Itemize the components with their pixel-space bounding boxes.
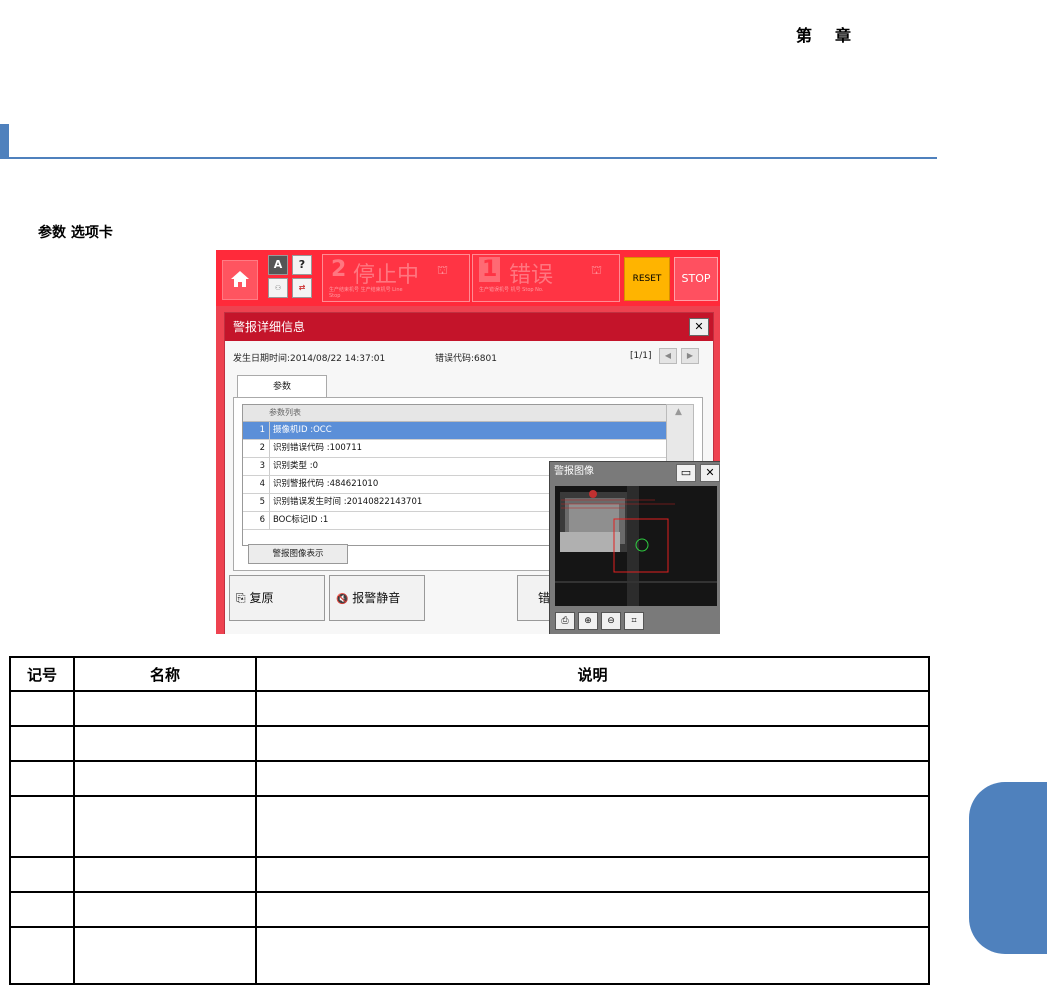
table-row (9, 760, 930, 797)
zoom-in-icon[interactable]: ⊕ (578, 612, 598, 630)
status-error-sub: 生产错误机号 机号 Stop No. (479, 287, 544, 293)
zoom-out-icon[interactable]: ⊖ (601, 612, 621, 630)
dialog-title-bar: 警报详细信息 (225, 313, 713, 341)
column-header-name: 名称 (73, 656, 257, 692)
row-text: 识别警报代码 :484621010 (273, 479, 379, 489)
mute-icon: 🔇 (336, 594, 349, 605)
row-number: 5 (243, 494, 270, 511)
parameter-list-header: 参数列表 (243, 405, 671, 422)
occurred-datetime: 发生日期时间:2014/08/22 14:37:01 (233, 354, 386, 364)
table-row (9, 926, 930, 985)
transfer-icon[interactable]: ⇄ (292, 278, 312, 298)
chapter-side-tab (969, 782, 1047, 954)
image-window-title: 警报图像 (554, 466, 594, 477)
camera-image (555, 486, 717, 606)
row-number: 6 (243, 512, 270, 529)
status-error-panel: 1 错误 ⛫ 生产错误机号 机号 Stop No. (472, 254, 620, 302)
tab-parameters[interactable]: 参数 (237, 375, 327, 398)
reset-button[interactable]: RESET (624, 257, 670, 301)
maximize-icon[interactable]: ▭ (676, 464, 696, 482)
camera-image-graphic (555, 486, 717, 606)
status-stopped-panel: 2 停止中 ⛫ 生产结束机号 生产结束机号 Line Stop (322, 254, 470, 302)
alarm-image-window: 警报图像 ▭ ✕ ⎙ ⊕ ⊖ ⌗ (549, 461, 720, 634)
image-save-icon[interactable]: ⎙ (555, 612, 575, 630)
row-text: 识别错误代码 :100711 (273, 443, 363, 453)
section-rule (9, 157, 937, 159)
status-stopped-text: 停止中 (353, 263, 420, 288)
row-text: 摄像机ID :OCC (273, 425, 332, 435)
machine-icon: ⛫ (591, 263, 603, 277)
prev-page-button[interactable]: ◀ (659, 348, 677, 364)
table-header-row: 记号 名称 说明 (9, 656, 930, 692)
stop-button[interactable]: STOP (674, 257, 718, 301)
column-header-description: 说明 (255, 656, 930, 692)
table-row (9, 891, 930, 928)
home-button[interactable] (222, 260, 258, 300)
table-row (9, 856, 930, 893)
table-row (9, 725, 930, 762)
restore-button[interactable]: ⎘ 复原 (229, 575, 325, 621)
help-button[interactable]: ? (292, 255, 312, 275)
list-item[interactable]: 1 摄像机ID :OCC (243, 422, 671, 440)
dialog-close-button[interactable]: ✕ (689, 318, 709, 336)
page-indicator: [1/1] (630, 351, 652, 361)
parameter-list-title: 参数列表 (269, 408, 301, 417)
mute-alarm-button[interactable]: 🔇 报警静音 (329, 575, 425, 621)
restore-icon: ⎘ (236, 591, 246, 605)
subheading: 参数 选项卡 (38, 225, 113, 241)
status-error-text: 错误 (509, 263, 554, 288)
table-row (9, 690, 930, 727)
image-close-button[interactable]: ✕ (700, 464, 720, 482)
row-number: 3 (243, 458, 270, 475)
top-status-bar: A ? ⚇ ⇄ 2 停止中 ⛫ 生产结束机号 生产结束机号 Line Stop … (216, 250, 720, 306)
status-stopped-number: 2 (331, 257, 347, 282)
next-page-button[interactable]: ▶ (681, 348, 699, 364)
chapter-label-suffix: 章 (835, 26, 853, 45)
status-error-number: 1 (479, 257, 501, 282)
symbol-table: 记号 名称 说明 (9, 656, 930, 985)
fit-view-icon[interactable]: ⌗ (624, 612, 644, 630)
row-number: 4 (243, 476, 270, 493)
show-alarm-image-button[interactable]: 警报图像表示 (248, 544, 348, 564)
status-stopped-sub: 生产结束机号 生产结束机号 Line Stop (329, 287, 403, 299)
chapter-header: 第章 (796, 22, 852, 46)
table-row (9, 795, 930, 858)
row-number: 2 (243, 440, 270, 457)
restore-label: 复原 (249, 591, 274, 605)
error-button-label: 错 (538, 591, 551, 605)
list-item[interactable]: 2 识别错误代码 :100711 (243, 440, 671, 458)
dialog-title: 警报详细信息 (233, 320, 306, 334)
mute-label: 报警静音 (352, 591, 401, 605)
alarm-screenshot: A ? ⚇ ⇄ 2 停止中 ⛫ 生产结束机号 生产结束机号 Line Stop … (216, 250, 720, 634)
scroll-up-icon[interactable]: ▲ (675, 407, 682, 417)
row-text: BOC标记ID :1 (273, 515, 329, 525)
row-text: 识别错误发生时间 :20140822143701 (273, 497, 423, 507)
row-text: 识别类型 :0 (273, 461, 318, 471)
chapter-label-prefix: 第 (796, 26, 814, 45)
font-icon[interactable]: A (268, 255, 288, 275)
machine-icon: ⛫ (437, 263, 449, 277)
row-number: 1 (243, 422, 270, 439)
section-marker (0, 124, 9, 159)
users-icon[interactable]: ⚇ (268, 278, 288, 298)
column-header-symbol: 记号 (9, 656, 75, 692)
error-code: 错误代码:6801 (435, 354, 497, 364)
home-icon (231, 271, 249, 287)
